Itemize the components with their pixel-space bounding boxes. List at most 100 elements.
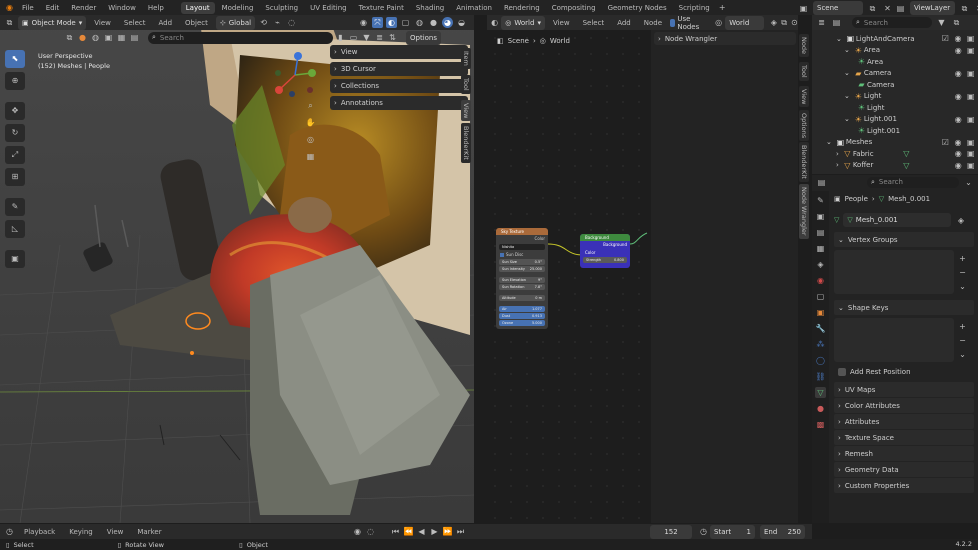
menu-window[interactable]: Window [103,2,141,14]
panel-vertex-groups[interactable]: ⌄ Vertex Groups [834,232,974,247]
shape-keys-list[interactable] [834,318,954,362]
properties-search[interactable]: ⌕ Search [867,176,959,188]
add-vertex-group-icon[interactable]: + [957,253,968,264]
select-tool-icon[interactable]: ⬉ [5,50,25,68]
sun-rotation-field[interactable]: Sun Rotation 7.8° [499,284,545,290]
panel-color-attributes[interactable]: › Color Attributes [834,398,974,413]
timeline-type-icon[interactable]: ◷ [4,526,15,537]
proportional-edit-icon[interactable]: ◌ [286,17,297,28]
navigation-gizmo[interactable] [270,50,320,100]
side-tab-blenderkit[interactable]: BlenderKit [461,123,471,163]
scene-selector[interactable]: Scene [813,1,863,15]
mesh-data-tab-icon[interactable]: ▽ [815,387,826,398]
material-tab-icon[interactable]: ● [815,403,826,414]
sub-tool-icon[interactable]: ⧉ [64,32,75,43]
panel-remesh[interactable]: › Remesh [834,446,974,461]
dust-field[interactable]: Dust 0.913 [499,313,545,319]
node-side-tab-view[interactable]: View [799,86,809,108]
editor-type-icon[interactable]: ⧉ [4,17,15,28]
node-side-tab-blenderkit[interactable]: BlenderKit [799,142,809,182]
visibility-icon[interactable]: ◉ [358,17,369,28]
shading-rendered-icon[interactable]: ◒ [456,17,467,28]
bookmark-icon[interactable]: ▮ [335,32,346,43]
fake-user-shield-icon[interactable]: ◈ [955,215,966,226]
strength-field[interactable]: Strength 0.800 [583,257,627,263]
collection-tab-icon[interactable]: ▢ [815,291,826,302]
menu-file[interactable]: File [17,2,39,14]
modifier-tab-icon[interactable]: 🔧 [815,323,826,334]
annotate-tool-icon[interactable]: ✎ [5,198,25,216]
properties-options-icon[interactable]: ⌄ [963,177,974,188]
panel-geometry-data[interactable]: › Geometry Data [834,462,974,477]
filter-icon[interactable]: ▼ [361,32,372,43]
transform-tool-icon[interactable]: ⊞ [5,168,25,186]
overlay-toggle-icon[interactable]: ◐ [386,17,397,28]
workspace-tab-animation[interactable]: Animation [451,2,497,14]
eye-icon[interactable]: ◉ [953,45,964,56]
add-shape-key-icon[interactable]: + [957,321,968,332]
include-checkbox-icon[interactable]: ☑ [940,33,951,44]
panel-view[interactable]: › View [330,45,468,59]
texture-tab-icon[interactable]: ▩ [815,419,826,430]
timeline-menu-marker[interactable]: Marker [132,526,166,538]
world-tab-icon[interactable]: ◉ [815,275,826,286]
eye-icon[interactable]: ◉ [953,33,964,44]
viewport-menu-object[interactable]: Object [180,17,213,29]
shading-material-icon[interactable]: ◕ [442,17,453,28]
render-camera-icon[interactable]: ▣ [965,33,976,44]
shading-solid-icon[interactable]: ● [428,17,439,28]
sky-texture-node[interactable]: Sky Texture Color Nishita Sun Disc Sun S… [496,228,548,329]
air-field[interactable]: Air 1.077 [499,306,545,312]
end-frame-field[interactable]: End 250 [760,525,805,539]
cursor-tool-icon[interactable]: ⊕ [5,72,25,90]
play-reverse-icon[interactable]: ◀ [416,526,427,537]
orientation-selector[interactable]: ⊹ Global [215,15,256,30]
panel-shape-keys[interactable]: ⌄ Shape Keys [834,300,974,315]
workspace-tab-compositing[interactable]: Compositing [547,2,601,14]
node-side-tab-tool[interactable]: Tool [799,62,809,81]
timeline-menu-keying[interactable]: Keying [64,526,98,538]
play-icon[interactable]: ▶ [429,526,440,537]
side-tab-view[interactable]: View [461,100,471,122]
eye-icon[interactable]: ◉ [953,114,964,125]
eye-icon[interactable]: ◉ [953,137,964,148]
workspace-tab-sculpting[interactable]: Sculpting [260,2,303,14]
output-tab-icon[interactable]: ▤ [815,227,826,238]
eye-icon[interactable]: ◉ [953,160,964,171]
workspace-tab-scripting[interactable]: Scripting [674,2,715,14]
panel-attributes[interactable]: › Attributes [834,414,974,429]
side-tab-item[interactable]: Item [461,48,471,69]
xray-icon[interactable]: ▢ [400,17,411,28]
timeline-menu-view[interactable]: View [102,526,129,538]
outliner-search[interactable]: ⌕ Search [852,17,932,28]
viewport-menu-select[interactable]: Select [119,17,151,29]
viewlayer-new-icon[interactable]: ⧉ [959,3,970,14]
ozone-field[interactable]: Ozone 5.000 [499,320,545,326]
panel-custom-properties[interactable]: › Custom Properties [834,478,974,493]
current-frame-field[interactable]: 152 [650,525,692,539]
display-mode-icon[interactable]: ▤ [831,17,842,28]
new-collection-icon[interactable]: ⧉ [951,17,962,28]
side-tab-tool[interactable]: Tool [461,75,471,94]
panel-3d-cursor[interactable]: › 3D Cursor [330,62,468,76]
node-side-tab-options[interactable]: Options [799,110,809,142]
remove-vertex-group-icon[interactable]: − [957,267,968,278]
options-button[interactable]: Options [406,30,442,45]
mesh-name-field[interactable]: ▽ Mesh_0.001 [843,213,952,227]
render-tab-icon[interactable]: ▣ [815,211,826,222]
workspace-tab-uv-editing[interactable]: UV Editing [305,2,352,14]
outliner-type-icon[interactable]: ≣ [816,17,827,28]
3d-viewport[interactable]: ⬉ ⊕ ✥ ↻ ⤢ ⊞ ✎ ◺ ▣ User Perspective (152)… [0,15,474,523]
eye-icon[interactable]: ◉ [953,148,964,159]
menu-render[interactable]: Render [66,2,101,14]
jump-end-icon[interactable]: ⏭ [455,526,466,537]
remove-shape-key-icon[interactable]: − [957,335,968,346]
properties-type-icon[interactable]: ▤ [816,177,827,188]
vertex-group-menu-icon[interactable]: ⌄ [957,281,968,292]
start-frame-field[interactable]: Start 1 [710,525,755,539]
viewport-menu-add[interactable]: Add [153,17,177,29]
grid-icon[interactable]: ▤ [129,32,140,43]
physics-tab-icon[interactable]: ◯ [815,355,826,366]
stopwatch-icon[interactable]: ◷ [698,526,709,537]
altitude-field[interactable]: Altitude 0 m [499,295,545,301]
